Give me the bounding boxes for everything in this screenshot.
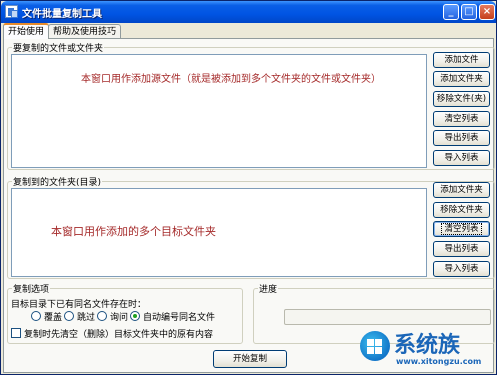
skip-label: 跳过 (77, 313, 96, 323)
add-target-folder-button[interactable]: 添加文件夹 (433, 182, 490, 198)
windows-logo-icon (360, 331, 390, 361)
progress-bar (284, 309, 491, 325)
add-file-button[interactable]: 添加文件 (433, 52, 490, 68)
auto-number-radio[interactable] (130, 311, 140, 321)
skip-radio[interactable] (64, 311, 74, 321)
maximize-button[interactable]: □ (461, 4, 477, 20)
target-hint: 本窗口用作添加的多个目标文件夹 (51, 225, 216, 238)
ask-radio[interactable] (97, 311, 107, 321)
clear-source-list-button[interactable]: 清空列表 (433, 111, 490, 127)
app-icon (5, 5, 18, 18)
remove-target-folder-button[interactable]: 移除文件夹 (433, 202, 490, 218)
app-window: 文件批量复制工具 _ □ × 开始使用 帮助及使用技巧 要复制的文件或文件夹 本… (0, 0, 497, 375)
export-target-list-button[interactable]: 导出列表 (433, 241, 490, 257)
conflict-label: 目标目录下已有同名文件存在时： (11, 300, 147, 310)
auto-number-label: 自动编号同名文件 (143, 313, 216, 323)
tab-start[interactable]: 开始使用 (3, 23, 50, 39)
watermark-url: www.xitongzu.com (396, 357, 482, 366)
watermark: 系统族 www.xitongzu.com (356, 326, 497, 375)
clear-target-checkbox-label: 复制时先清空（删除）目标文件夹中的原有内容 (24, 330, 214, 340)
export-source-list-button[interactable]: 导出列表 (433, 130, 490, 146)
ask-label: 询问 (110, 313, 129, 323)
overwrite-radio[interactable] (31, 311, 41, 321)
progress-label: 进度 (258, 282, 279, 295)
tab-help[interactable]: 帮助及使用技巧 (48, 24, 122, 39)
clear-target-checkbox[interactable] (11, 328, 21, 338)
close-button[interactable]: × (479, 4, 495, 20)
window-title: 文件批量复制工具 (22, 9, 102, 20)
clear-target-list-label: 清空列表 (441, 223, 482, 235)
remove-file-button[interactable]: 移除文件(夹) (433, 91, 490, 107)
import-source-list-button[interactable]: 导入列表 (433, 150, 490, 166)
title-bar[interactable]: 文件批量复制工具 _ □ × (1, 1, 496, 23)
import-target-list-button[interactable]: 导入列表 (433, 261, 490, 277)
source-hint: 本窗口用作添加源文件（就是被添加到多个文件夹的文件或文件夹） (81, 74, 381, 85)
source-group-label: 要复制的文件或文件夹 (12, 41, 105, 54)
start-copy-button[interactable]: 开始复制 (213, 350, 287, 368)
minimize-button[interactable]: _ (443, 4, 459, 20)
overwrite-label: 覆盖 (44, 313, 63, 323)
source-list[interactable]: 本窗口用作添加源文件（就是被添加到多个文件夹的文件或文件夹） (11, 54, 427, 168)
clear-target-list-button[interactable]: 清空列表 (433, 221, 490, 237)
copy-options-label: 复制选项 (12, 282, 51, 295)
watermark-name: 系统族 (394, 333, 461, 358)
target-group-label: 复制到的文件夹(目录) (12, 175, 103, 188)
target-list[interactable]: 本窗口用作添加的多个目标文件夹 (11, 188, 427, 277)
add-folder-button[interactable]: 添加文件夹 (433, 71, 490, 87)
